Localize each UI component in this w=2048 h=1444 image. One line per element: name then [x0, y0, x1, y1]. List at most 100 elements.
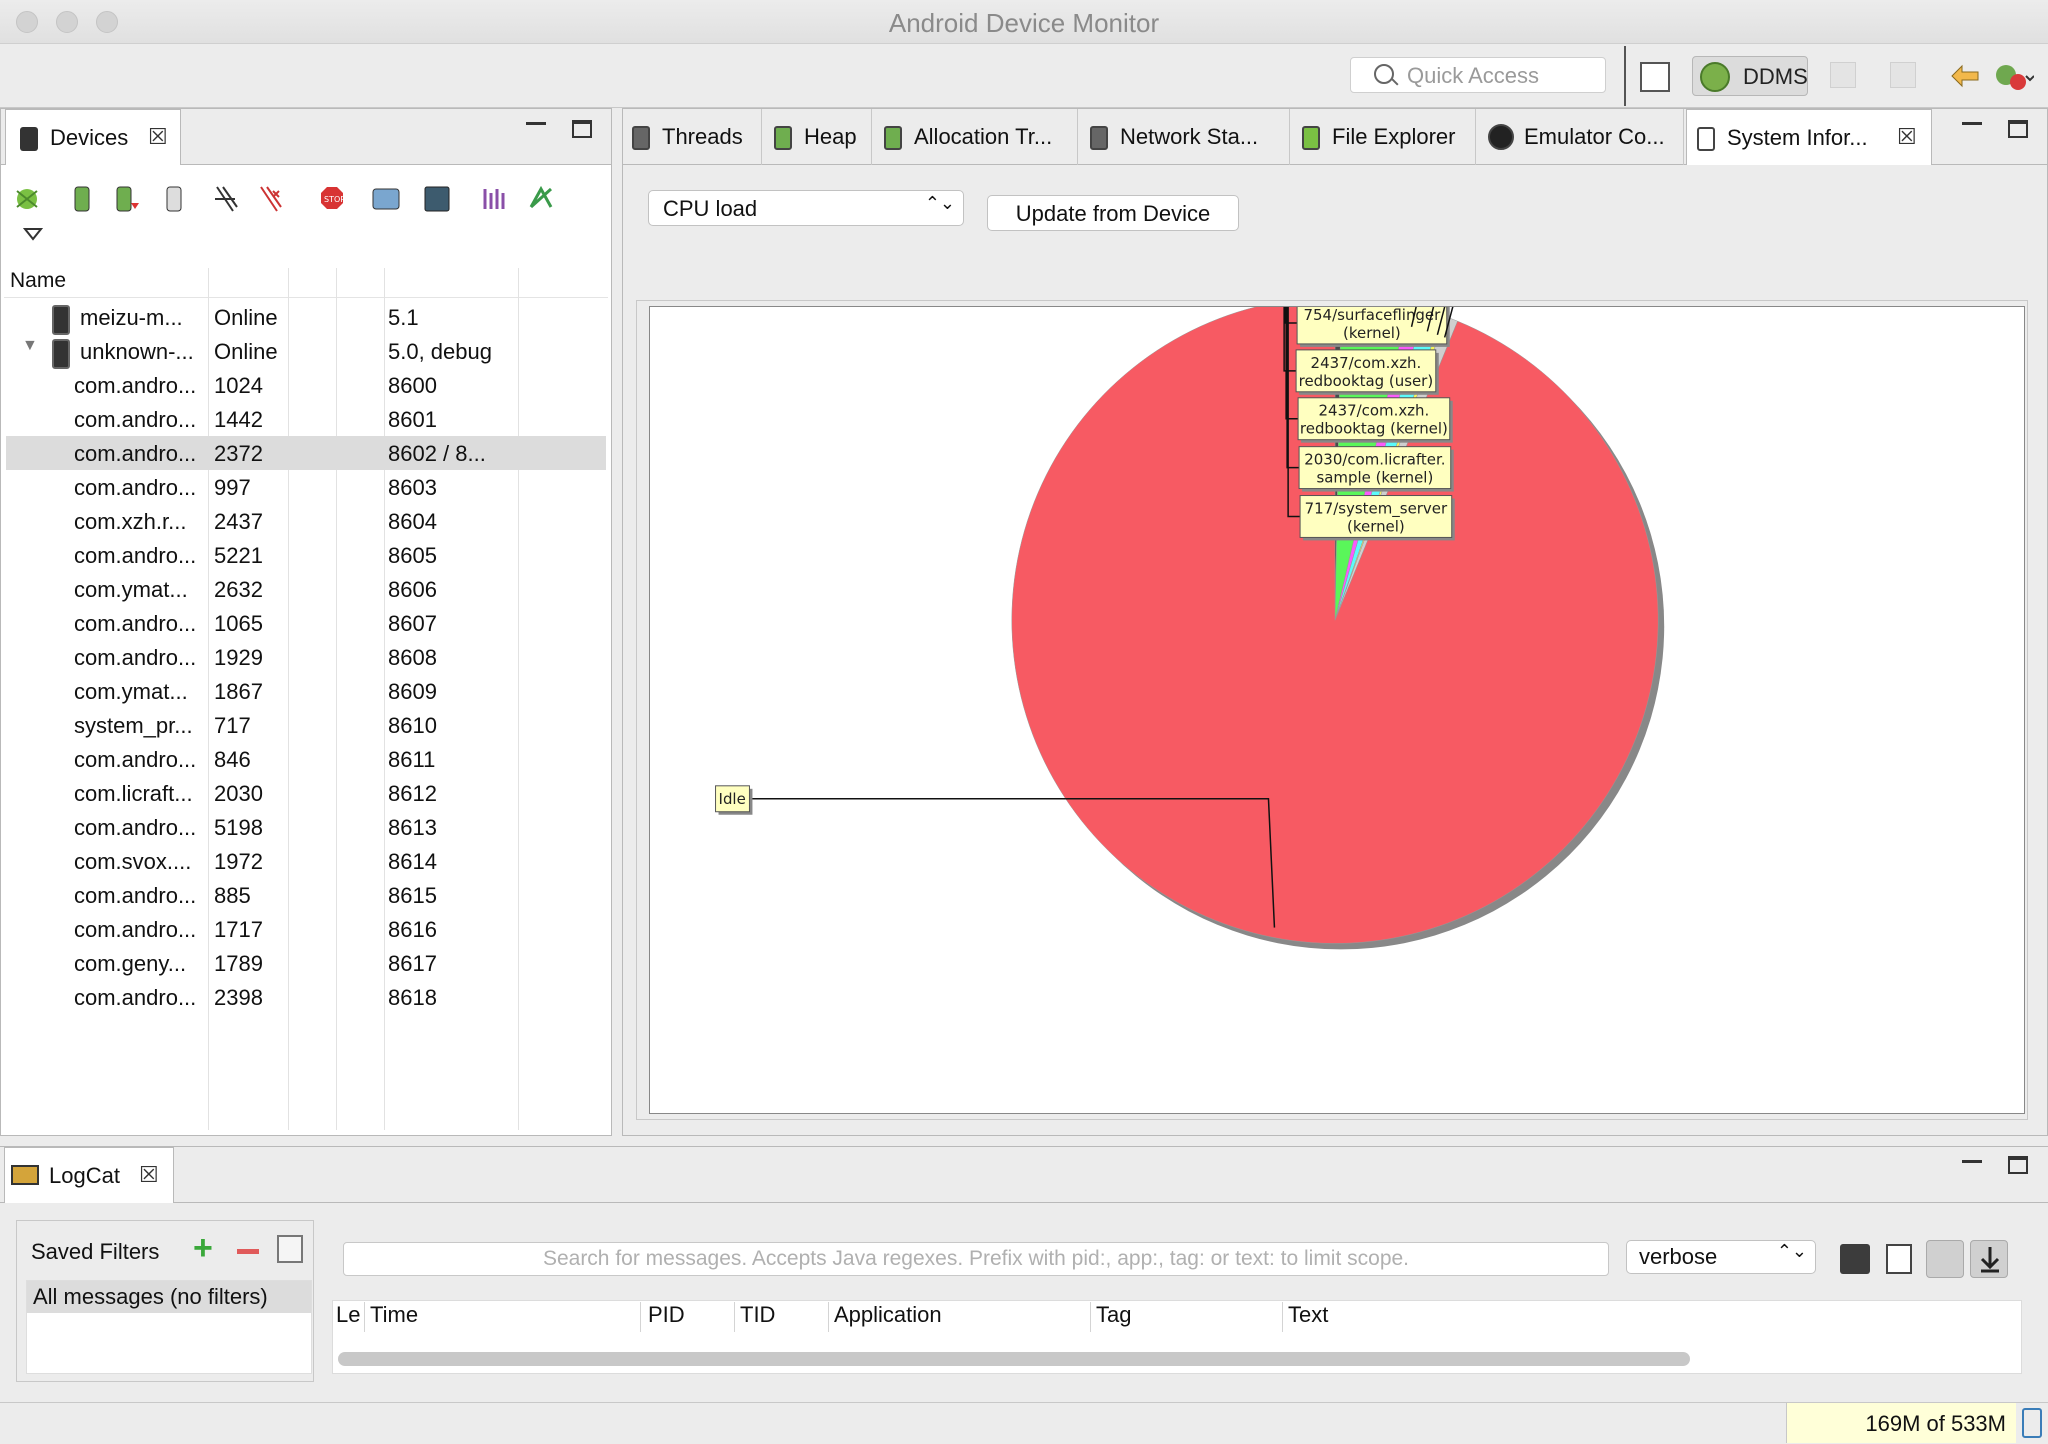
log-level-select[interactable]: verbose ⌃⌄ — [1626, 1240, 1816, 1274]
minimize-view-button[interactable] — [526, 122, 546, 125]
maximize-view-button[interactable] — [2008, 1156, 2028, 1174]
log-column-header[interactable]: Le — [336, 1302, 360, 1328]
minimize-view-button[interactable] — [1962, 122, 1982, 125]
update-from-device-button[interactable]: Update from Device — [987, 195, 1239, 231]
cause-gc-icon[interactable] — [166, 186, 182, 212]
edit-filter-icon[interactable] — [277, 1235, 303, 1263]
maximize-view-button[interactable] — [572, 120, 592, 138]
last-edit-icon[interactable] — [1950, 62, 1979, 88]
device-row[interactable]: meizu-m... Online 5.1 — [6, 300, 606, 335]
client-process-row[interactable]: com.andro... 1024 8600 — [6, 368, 606, 402]
log-search-input[interactable]: Search for messages. Accepts Java regexe… — [343, 1242, 1609, 1276]
start-opengl-trace-icon[interactable] — [529, 185, 553, 209]
back-history-icon[interactable] — [1830, 62, 1856, 88]
dump-view-hierarchy-icon[interactable] — [424, 186, 450, 212]
tab-heap[interactable]: Heap — [764, 109, 872, 165]
device-status: 2030 — [214, 781, 263, 806]
run-gc-icon[interactable] — [2022, 1408, 2042, 1438]
client-process-row[interactable]: com.andro... 1717 8616 — [6, 912, 606, 946]
debug-process-icon[interactable] — [16, 189, 38, 209]
client-process-row[interactable]: com.andro... 1929 8608 — [6, 640, 606, 674]
client-process-row[interactable]: com.licraft... 2030 8612 — [6, 776, 606, 810]
log-column-header[interactable]: TID — [740, 1302, 775, 1328]
toggle-filters-icon[interactable] — [1926, 1240, 1964, 1278]
remove-filter-icon[interactable] — [237, 1249, 259, 1254]
metric-select[interactable]: CPU load ⌃⌄ — [648, 190, 964, 226]
search-icon — [1374, 64, 1394, 84]
client-process-row[interactable]: com.andro... 846 8611 — [6, 742, 606, 776]
client-process-row[interactable]: com.svox.... 1972 8614 — [6, 844, 606, 878]
client-process-row[interactable]: com.andro... 2398 8618 — [6, 980, 606, 1014]
tab-threads-label: Threads — [662, 124, 743, 149]
tab-emulator-control[interactable]: Emulator Co... — [1478, 109, 1684, 165]
systrace-icon[interactable] — [483, 189, 505, 209]
minimize-view-button[interactable] — [1962, 1160, 1982, 1163]
client-process-row[interactable]: com.ymat... 1867 8609 — [6, 674, 606, 708]
device-name: com.xzh.r... — [74, 509, 187, 534]
client-process-row[interactable]: com.geny... 1789 8617 — [6, 946, 606, 980]
view-menu-icon[interactable] — [22, 227, 44, 246]
log-column-header[interactable]: Time — [370, 1302, 418, 1328]
log-column-header[interactable]: PID — [648, 1302, 685, 1328]
client-process-row[interactable]: com.andro... 2372 8602 / 8... — [6, 436, 606, 470]
log-column-header[interactable]: Text — [1288, 1302, 1328, 1328]
save-log-icon[interactable] — [1840, 1244, 1870, 1274]
slice-label-text: sample (kernel) — [1316, 469, 1433, 487]
tab-allocation-tracker[interactable]: Allocation Tr... — [874, 109, 1078, 165]
device-name: com.andro... — [74, 407, 197, 432]
client-process-row[interactable]: com.andro... 5221 8605 — [6, 538, 606, 572]
client-process-row[interactable]: com.ymat... 2632 8606 — [6, 572, 606, 606]
column-name-header[interactable]: Name — [10, 266, 66, 296]
client-process-row[interactable]: com.andro... 1065 8607 — [6, 606, 606, 640]
client-process-row[interactable]: com.andro... 997 8603 — [6, 470, 606, 504]
client-process-row[interactable]: com.xzh.r... 2437 8604 — [6, 504, 606, 538]
tab-threads[interactable]: Threads — [622, 109, 762, 165]
emulator-icon — [1488, 124, 1514, 150]
tab-devices[interactable]: Devices ☒ — [5, 109, 181, 165]
device-port: 8608 — [388, 645, 437, 670]
device-name: com.andro... — [74, 543, 197, 568]
close-icon[interactable]: ☒ — [1897, 124, 1917, 150]
filter-item-all-messages[interactable]: All messages (no filters) — [27, 1281, 311, 1313]
filters-list: All messages (no filters) — [26, 1280, 312, 1374]
device-name: com.andro... — [74, 815, 197, 840]
close-icon[interactable]: ☒ — [139, 1162, 159, 1188]
client-process-row[interactable]: com.andro... 1442 8601 — [6, 402, 606, 436]
update-heap-icon[interactable] — [74, 186, 90, 212]
start-method-profiling-icon[interactable] — [260, 186, 282, 212]
stop-process-icon[interactable]: STOP — [321, 187, 345, 209]
maximize-view-button[interactable] — [2008, 120, 2028, 138]
tab-system-information[interactable]: System Infor... ☒ — [1686, 109, 1932, 165]
close-icon[interactable]: ☒ — [148, 124, 168, 150]
tab-network-statistics[interactable]: Network Sta... — [1080, 109, 1290, 165]
open-perspective-icon[interactable] — [1640, 62, 1670, 92]
status-bar — [0, 1402, 2048, 1444]
phone-icon — [52, 305, 70, 335]
client-process-row[interactable]: com.andro... 885 8615 — [6, 878, 606, 912]
dump-hprof-icon[interactable] — [116, 186, 139, 212]
client-process-row[interactable]: com.andro... 5198 8613 — [6, 810, 606, 844]
scroll-lock-icon[interactable] — [1970, 1240, 2008, 1278]
expand-chevron-icon[interactable]: ▼ — [22, 337, 38, 355]
add-filter-icon[interactable]: + — [193, 1229, 213, 1268]
screen-capture-icon[interactable] — [372, 188, 400, 210]
logcat-icon — [11, 1165, 39, 1185]
tab-file-explorer[interactable]: File Explorer — [1292, 109, 1476, 165]
slice-label: 717/system_server(kernel) — [1299, 495, 1455, 541]
update-threads-icon[interactable] — [215, 186, 238, 212]
log-column-header[interactable]: Tag — [1096, 1302, 1131, 1328]
device-status: 1442 — [214, 407, 263, 432]
column-divider — [640, 1302, 641, 1332]
tab-logcat[interactable]: LogCat ☒ — [4, 1147, 174, 1203]
device-port: 8618 — [388, 985, 437, 1010]
device-row[interactable]: ▼ unknown-... Online 5.0, debug — [6, 334, 606, 369]
log-column-header[interactable]: Application — [834, 1302, 942, 1328]
client-process-row[interactable]: system_pr... 717 8610 — [6, 708, 606, 742]
allocation-tracker-icon — [884, 126, 902, 150]
clear-log-icon[interactable] — [1886, 1244, 1912, 1274]
slice-label-text: 754/surfaceflinger — [1304, 306, 1442, 324]
device-status: 1867 — [214, 679, 263, 704]
forward-history-icon[interactable] — [1890, 62, 1916, 88]
horizontal-scrollbar[interactable] — [338, 1352, 1690, 1366]
stop-debug-icon[interactable] — [1994, 62, 2035, 90]
